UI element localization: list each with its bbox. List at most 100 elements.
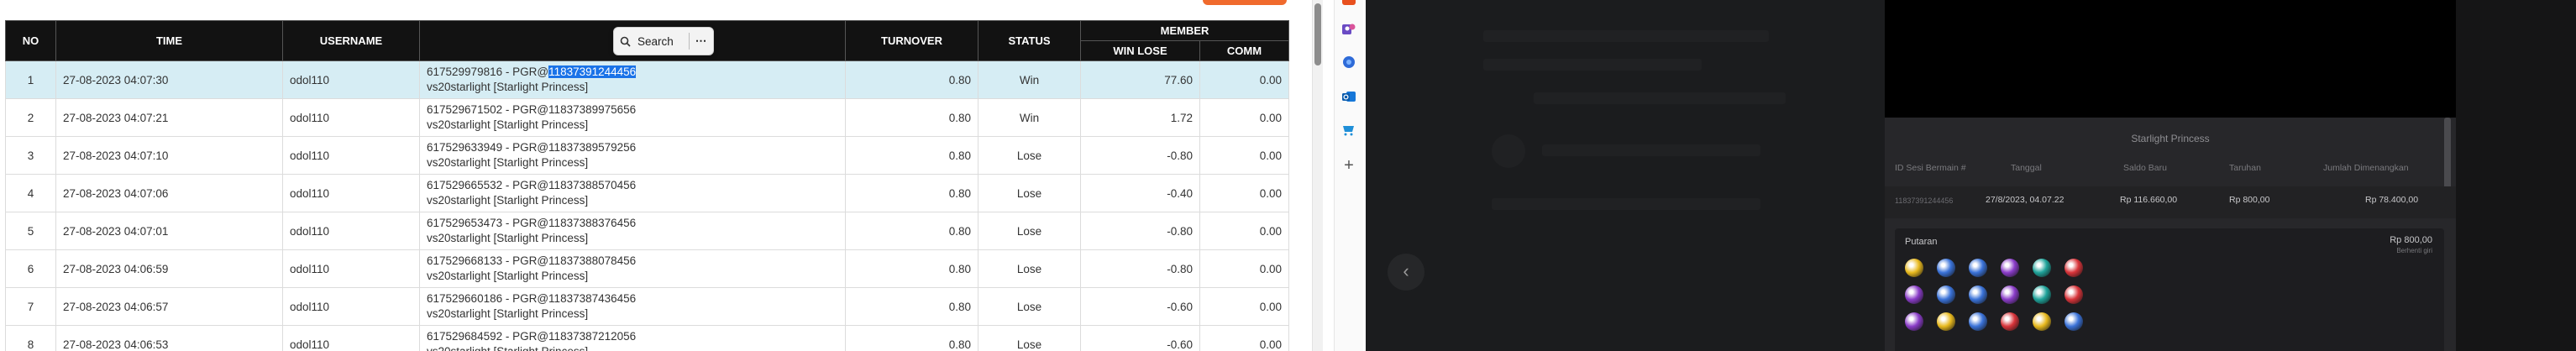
cell-turnover: 0.80: [845, 287, 978, 326]
slot-symbol-icon: [2001, 312, 2019, 331]
cell-no: 8: [5, 325, 56, 351]
search-popover[interactable]: Search ⋯: [613, 27, 714, 55]
info-transaction-id: 617529668133 - PGR@11837388078456: [427, 254, 637, 267]
cell-comm: 0.00: [1199, 136, 1289, 175]
header-comm: COMM: [1199, 40, 1289, 61]
slot-symbol-icon: [2001, 286, 2019, 304]
cell-win-lose: -0.60: [1080, 325, 1200, 351]
row-date: 27/8/2023, 04.07.22: [1986, 195, 2064, 205]
cell-comm: 0.00: [1199, 212, 1289, 250]
slot-symbol-icon: [2033, 259, 2051, 277]
column-won: Jumlah Dimenangkan: [2323, 163, 2409, 173]
cell-username: odol110: [282, 212, 420, 250]
search-icon: [614, 28, 636, 55]
cell-status: Lose: [978, 136, 1081, 175]
header-turnover: TURNOVER: [845, 20, 978, 61]
info-transaction: 617529668133 - PGR@11837388078456: [427, 254, 838, 269]
header-no: NO: [5, 20, 56, 61]
ghost-row: [1534, 92, 1786, 104]
extension-icon[interactable]: [1341, 55, 1356, 70]
cell-comm: 0.00: [1199, 60, 1289, 99]
cell-no: 4: [5, 174, 56, 212]
info-transaction-id: 617529665532 - PGR@11837388570456: [427, 179, 637, 191]
orange-app-icon[interactable]: [1341, 0, 1356, 10]
info-game: vs20starlight [Starlight Princess]: [427, 156, 589, 169]
dark-right-margin: [2456, 0, 2576, 351]
cell-info: 617529668133 - PGR@11837388078456 vs20sta…: [419, 249, 846, 288]
slot-symbol-icon: [1905, 286, 1923, 304]
cell-username: odol110: [282, 174, 420, 212]
table-row[interactable]: 4 27-08-2023 04:07:06 odol110 617529665532 …: [5, 174, 1289, 212]
orange-top-button[interactable]: [1203, 0, 1287, 5]
cell-win-lose: -0.80: [1080, 136, 1200, 175]
cell-time: 27-08-2023 04:06:57: [55, 287, 283, 326]
cell-turnover: 0.80: [845, 98, 978, 137]
cell-turnover: 0.80: [845, 212, 978, 250]
table-row[interactable]: 1 27-08-2023 04:07:30 odol110 617529979816 …: [5, 60, 1289, 99]
cell-status: Win: [978, 98, 1081, 137]
cell-win-lose: 77.60: [1080, 60, 1200, 99]
header-username: USERNAME: [282, 20, 420, 61]
table-row[interactable]: 6 27-08-2023 04:06:59 odol110 617529668133 …: [5, 249, 1289, 288]
info-game: vs20starlight [Starlight Princess]: [427, 81, 589, 93]
row-bet: Rp 800,00: [2229, 195, 2270, 205]
profile-icon[interactable]: [1341, 22, 1356, 37]
table-row[interactable]: 7 27-08-2023 04:06:57 odol110 617529660186 …: [5, 287, 1289, 326]
dimmed-background: ‹: [1366, 0, 1885, 351]
column-date: Tanggal: [2011, 163, 2042, 173]
cell-info: 617529665532 - PGR@11837388570456 vs20sta…: [419, 174, 846, 212]
slot-symbol-icon: [1969, 259, 1987, 277]
info-selected-text[interactable]: 11837391244456: [548, 65, 637, 78]
cell-turnover: 0.80: [845, 249, 978, 288]
info-transaction: 617529633949 - PGR@11837389579256: [427, 140, 838, 155]
table-row[interactable]: 2 27-08-2023 04:07:21 odol110 617529671502 …: [5, 98, 1289, 137]
slot-symbol-icon: [1905, 259, 1923, 277]
game-history-panel: Starlight Princess ID Sesi Bermain # Tan…: [1885, 118, 2456, 351]
cell-info: 617529633949 - PGR@11837389579256 vs20sta…: [419, 136, 846, 175]
page-scrollbar[interactable]: [1312, 0, 1323, 351]
cell-comm: 0.00: [1199, 287, 1289, 326]
more-options-icon[interactable]: ⋯: [690, 34, 713, 48]
cell-turnover: 0.80: [845, 136, 978, 175]
header-win-lose: WIN LOSE: [1080, 40, 1200, 61]
info-transaction: 617529660186 - PGR@11837387436456: [427, 291, 838, 306]
cell-time: 27-08-2023 04:07:01: [55, 212, 283, 250]
game-history-overlay: ‹ Starlight Princess ID Sesi Bermain # T…: [1366, 0, 2576, 351]
cell-comm: 0.00: [1199, 174, 1289, 212]
cell-win-lose: -0.40: [1080, 174, 1200, 212]
ghost-row: [1492, 198, 1760, 210]
cell-comm: 0.00: [1199, 325, 1289, 351]
row-won: Rp 78.400,00: [2365, 195, 2419, 205]
slot-symbol-icon: [1905, 312, 1923, 331]
cell-status: Lose: [978, 325, 1081, 351]
header-time: TIME: [55, 20, 283, 61]
slot-symbol-icon: [2064, 259, 2083, 277]
cell-status: Lose: [978, 287, 1081, 326]
slot-symbol-icon: [1969, 312, 1987, 331]
info-game: vs20starlight [Starlight Princess]: [427, 270, 589, 282]
cell-win-lose: 1.72: [1080, 98, 1200, 137]
table-row[interactable]: 5 27-08-2023 04:07:01 odol110 617529653473 …: [5, 212, 1289, 250]
scrollbar-thumb[interactable]: [1314, 3, 1321, 65]
slot-symbol-icon: [2001, 259, 2019, 277]
cell-time: 27-08-2023 04:07:10: [55, 136, 283, 175]
cell-time: 27-08-2023 04:07:06: [55, 174, 283, 212]
add-icon[interactable]: +: [1341, 157, 1356, 174]
search-label[interactable]: Search: [636, 35, 689, 48]
cell-time: 27-08-2023 04:07:21: [55, 98, 283, 137]
cell-win-lose: -0.60: [1080, 287, 1200, 326]
slot-symbol-icon: [2064, 286, 2083, 304]
shop-icon[interactable]: [1341, 123, 1356, 138]
previous-arrow-button[interactable]: ‹: [1388, 254, 1424, 291]
cell-win-lose: -0.80: [1080, 212, 1200, 250]
row-session-id: 11837391244456: [1895, 196, 1954, 205]
outlook-icon[interactable]: [1341, 89, 1356, 104]
column-session-id: ID Sesi Bermain #: [1895, 163, 1966, 173]
info-transaction-id: 617529660186 - PGR@11837387436456: [427, 292, 637, 305]
cell-time: 27-08-2023 04:07:30: [55, 60, 283, 99]
header-status: STATUS: [978, 20, 1081, 61]
cell-no: 7: [5, 287, 56, 326]
cell-turnover: 0.80: [845, 60, 978, 99]
table-row[interactable]: 8 27-08-2023 04:06:53 odol110 617529684592 …: [5, 325, 1289, 351]
table-row[interactable]: 3 27-08-2023 04:07:10 odol110 617529633949 …: [5, 136, 1289, 175]
